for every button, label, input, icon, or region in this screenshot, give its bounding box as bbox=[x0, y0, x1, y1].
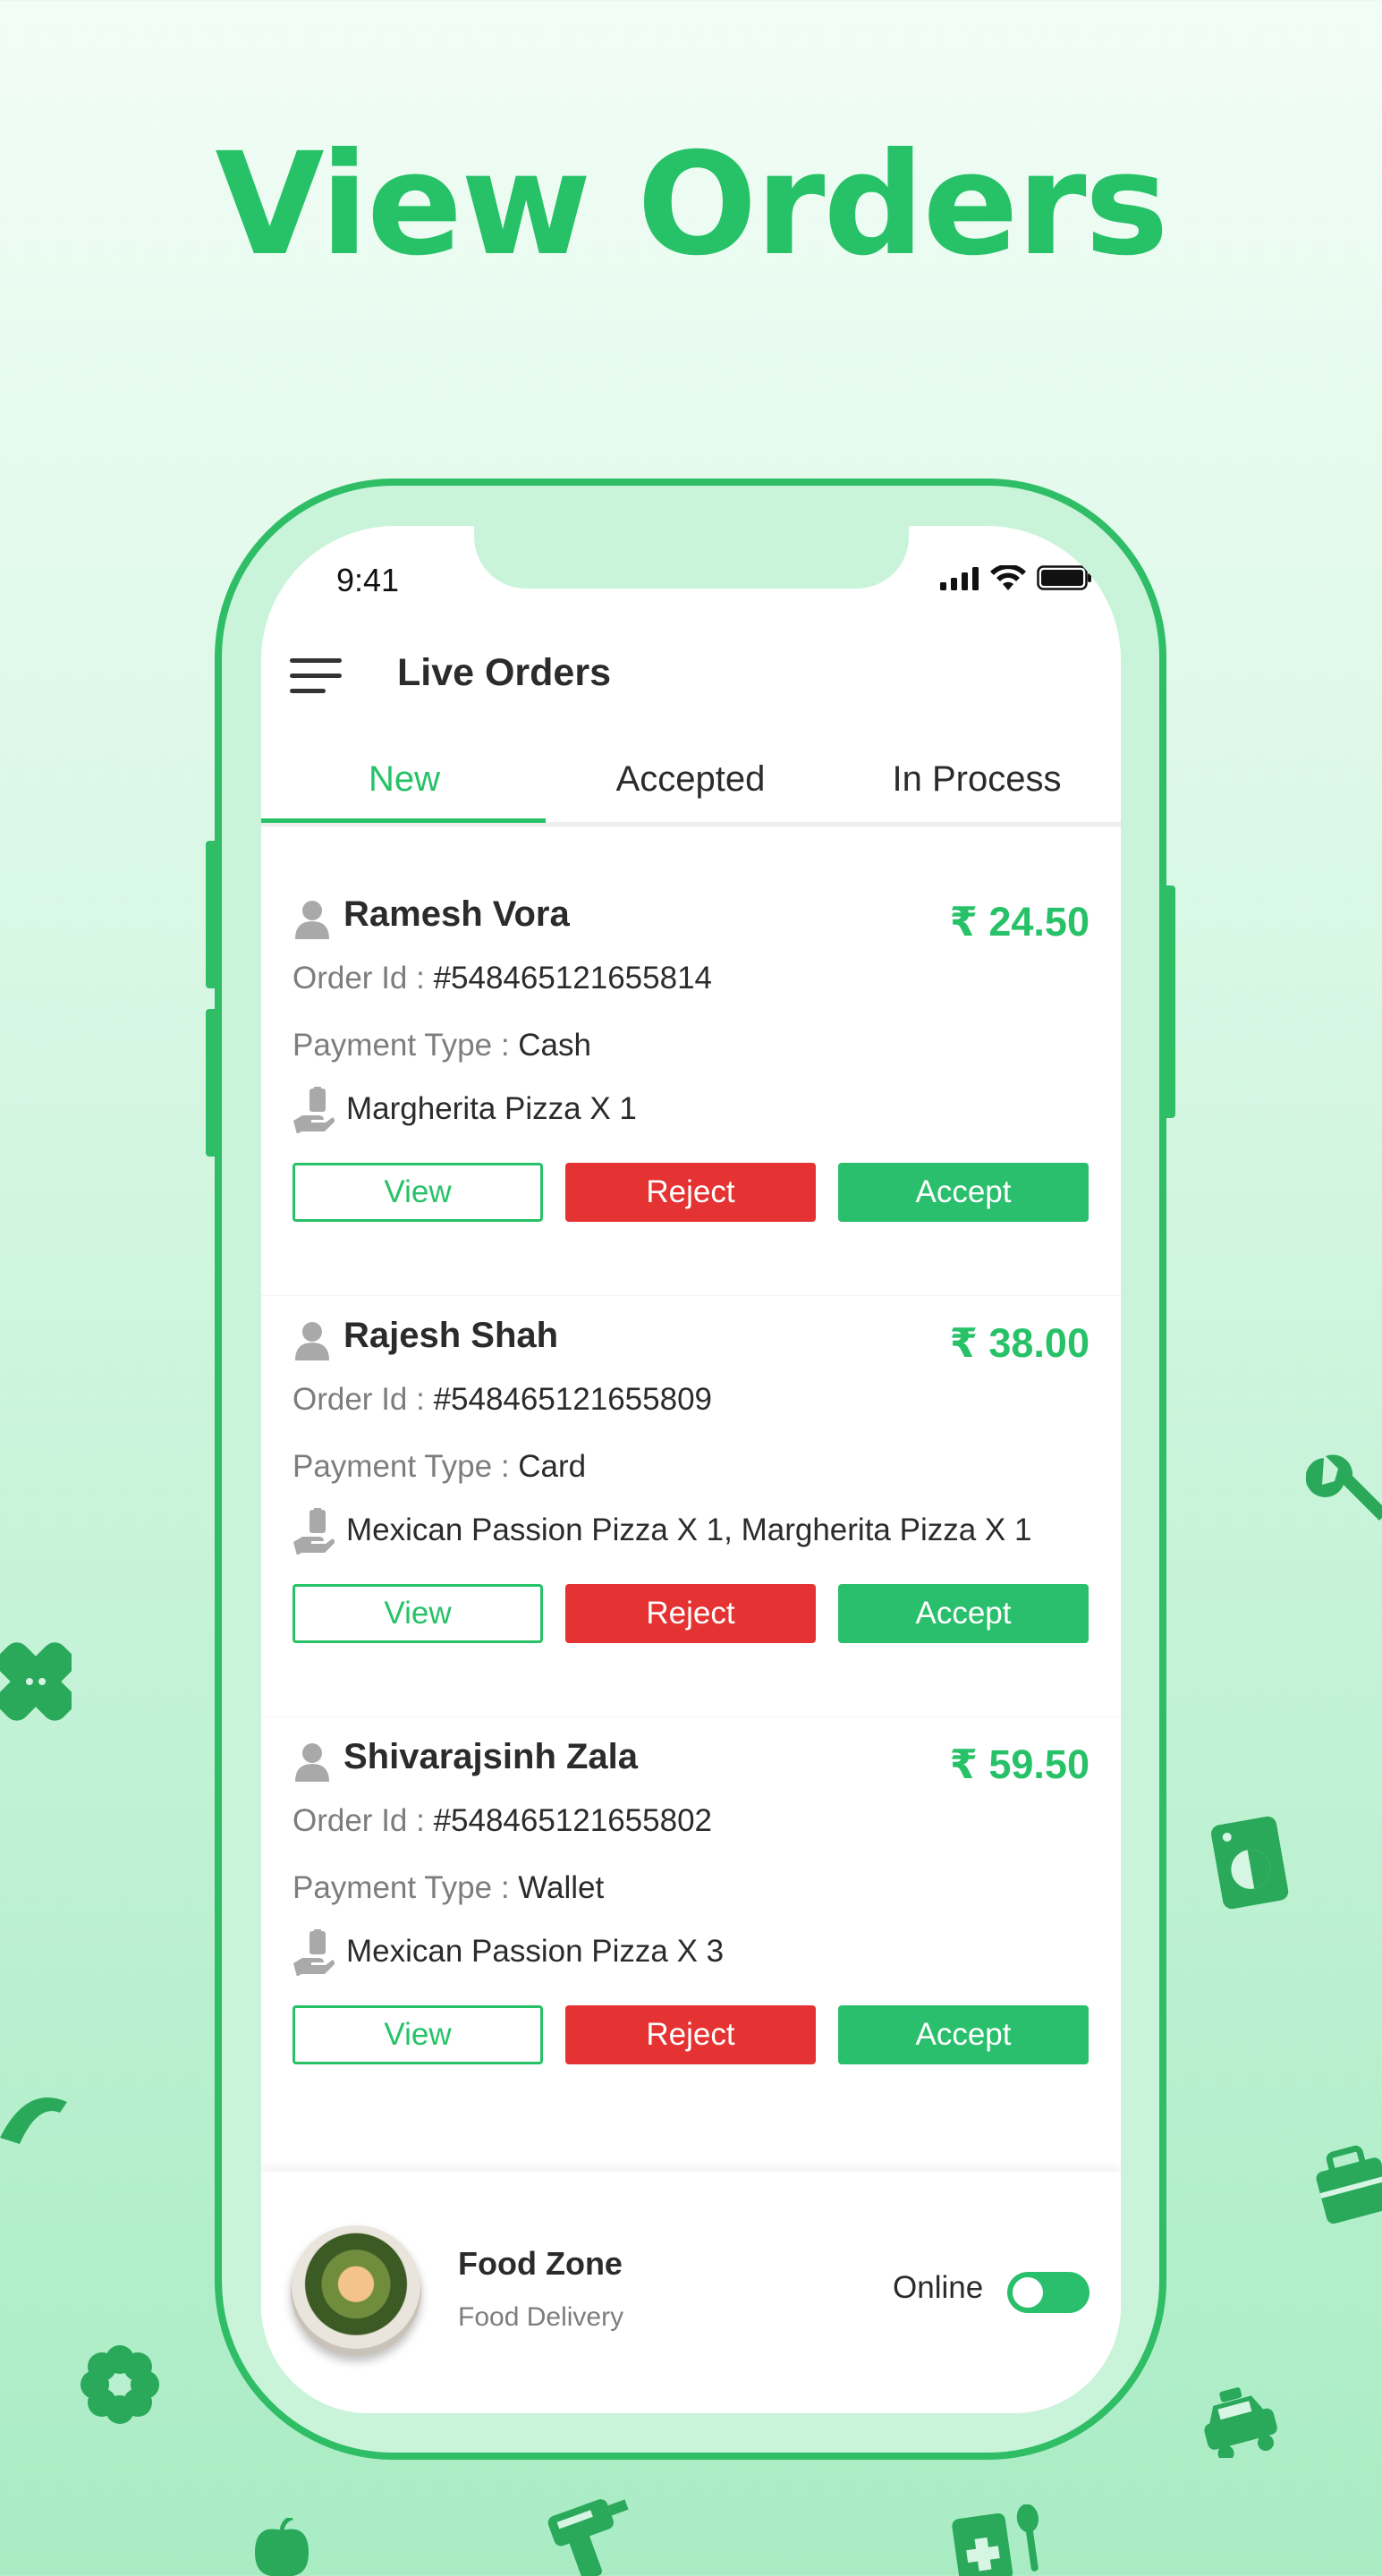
view-button[interactable]: View bbox=[293, 1163, 543, 1222]
phone-power-button bbox=[1163, 886, 1175, 1118]
customer-name: Shivarajsinh Zala bbox=[343, 1737, 639, 1776]
accept-button[interactable]: Accept bbox=[838, 2005, 1089, 2064]
order-tabs: New Accepted In Process bbox=[261, 745, 1121, 826]
order-items: Mexican Passion Pizza X 3 bbox=[346, 1934, 725, 1969]
view-button[interactable]: View bbox=[293, 1584, 543, 1643]
page-title: Live Orders bbox=[397, 651, 611, 694]
drill-icon bbox=[547, 2499, 629, 2576]
order-id-value: #548465121655809 bbox=[433, 1382, 713, 1417]
toggle-knob bbox=[1013, 2277, 1043, 2308]
headline: View Orders bbox=[215, 123, 1168, 287]
payment-type-label: Payment Type : bbox=[293, 1870, 510, 1905]
gear-flower-icon bbox=[81, 2345, 159, 2424]
payment-row: Payment Type : Card bbox=[293, 1449, 586, 1485]
croissant-icon bbox=[0, 2097, 67, 2144]
order-items: Margherita Pizza X 1 bbox=[346, 1091, 637, 1126]
payment-type-label: Payment Type : bbox=[293, 1028, 510, 1063]
delivery-hand-icon bbox=[293, 1508, 335, 1555]
order-items: Mexican Passion Pizza X 1, Margherita Pi… bbox=[346, 1513, 1032, 1547]
phone-screen: 9:41 Live Orders New Accepted In Process… bbox=[261, 526, 1121, 2413]
wifi-icon bbox=[990, 565, 1026, 590]
delivery-hand-icon bbox=[293, 1087, 335, 1133]
order-card: Shivarajsinh Zala ₹ 59.50 Order Id : #54… bbox=[261, 1717, 1121, 2124]
payment-type-label: Payment Type : bbox=[293, 1449, 510, 1484]
order-id-label: Order Id : bbox=[293, 961, 425, 996]
order-id-label: Order Id : bbox=[293, 1382, 425, 1417]
payment-row: Payment Type : Wallet bbox=[293, 1870, 604, 1906]
reject-button[interactable]: Reject bbox=[565, 1584, 816, 1643]
online-label: Online bbox=[893, 2270, 984, 2305]
menu-icon[interactable] bbox=[290, 658, 342, 694]
phone-notch bbox=[474, 526, 909, 589]
tab-accepted[interactable]: Accepted bbox=[547, 745, 834, 822]
tab-new[interactable]: New bbox=[261, 745, 547, 822]
customer-name: Rajesh Shah bbox=[343, 1316, 559, 1355]
payment-row: Payment Type : Cash bbox=[293, 1028, 591, 1063]
status-icons bbox=[940, 565, 1092, 590]
phone-volume-up bbox=[206, 841, 218, 988]
signal-icon bbox=[940, 567, 979, 590]
apple-icon bbox=[255, 2518, 309, 2576]
reject-button[interactable]: Reject bbox=[565, 2005, 816, 2064]
order-id-value: #548465121655814 bbox=[433, 961, 713, 996]
person-icon bbox=[295, 1743, 329, 1782]
medicine-icon bbox=[952, 2504, 1039, 2576]
order-card: Ramesh Vora ₹ 24.50 Order Id : #54846512… bbox=[261, 875, 1121, 1282]
order-card: Rajesh Shah ₹ 38.00 Order Id : #54846512… bbox=[261, 1296, 1121, 1703]
payment-type-value: Card bbox=[518, 1449, 587, 1484]
payment-type-value: Cash bbox=[518, 1028, 591, 1063]
wrench-icon bbox=[1306, 1454, 1382, 1521]
washing-machine-icon bbox=[1210, 1816, 1289, 1910]
order-price: ₹ 59.50 bbox=[949, 1741, 1089, 1787]
person-icon bbox=[295, 901, 329, 939]
status-time: 9:41 bbox=[336, 562, 400, 598]
accept-button[interactable]: Accept bbox=[838, 1163, 1089, 1222]
delivery-hand-icon bbox=[293, 1929, 335, 1976]
customer-name: Ramesh Vora bbox=[343, 894, 570, 934]
store-name: Food Zone bbox=[458, 2245, 623, 2282]
reject-button[interactable]: Reject bbox=[565, 1163, 816, 1222]
accept-button[interactable]: Accept bbox=[838, 1584, 1089, 1643]
person-icon bbox=[295, 1322, 329, 1360]
order-id-row: Order Id : #548465121655802 bbox=[293, 1803, 712, 1839]
order-id-row: Order Id : #548465121655814 bbox=[293, 961, 712, 996]
phone-volume-down bbox=[206, 1009, 218, 1157]
store-avatar bbox=[291, 2225, 421, 2356]
online-toggle[interactable] bbox=[1007, 2272, 1089, 2313]
order-price: ₹ 38.00 bbox=[949, 1320, 1089, 1366]
taxi-icon bbox=[1204, 2387, 1277, 2458]
payment-type-value: Wallet bbox=[518, 1870, 605, 1905]
order-id-value: #548465121655802 bbox=[433, 1803, 713, 1838]
order-price: ₹ 24.50 bbox=[949, 899, 1089, 945]
store-subtitle: Food Delivery bbox=[458, 2302, 624, 2332]
order-id-label: Order Id : bbox=[293, 1803, 425, 1838]
view-button[interactable]: View bbox=[293, 2005, 543, 2064]
tab-in-process[interactable]: In Process bbox=[834, 745, 1120, 822]
order-id-row: Order Id : #548465121655809 bbox=[293, 1382, 712, 1418]
bandage-icon bbox=[0, 1642, 72, 1721]
store-bar: Food Zone Food Delivery Online bbox=[261, 2172, 1121, 2413]
active-tab-indicator bbox=[261, 818, 546, 823]
battery-icon bbox=[1037, 565, 1091, 590]
toolbox-icon bbox=[1316, 2145, 1382, 2224]
